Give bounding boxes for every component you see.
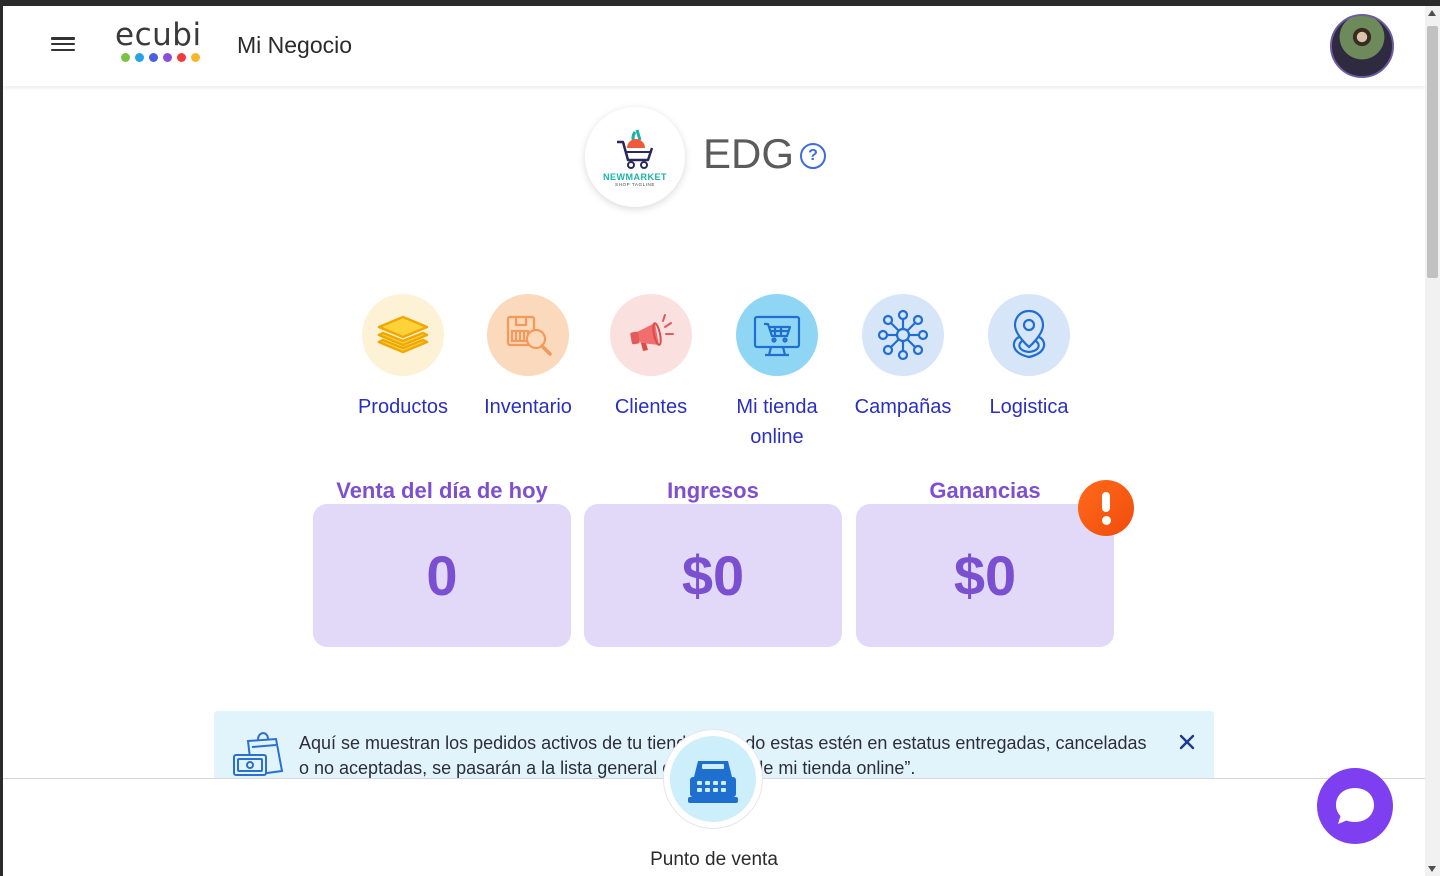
scroll-down-icon[interactable] bbox=[1428, 866, 1436, 872]
network-icon bbox=[877, 309, 929, 361]
business-logo[interactable]: NEWMARKET SHOP TAGLINE bbox=[585, 107, 685, 207]
inventory-search-icon bbox=[506, 315, 552, 356]
module-inventario[interactable]: Inventario bbox=[473, 294, 583, 422]
logo-dot bbox=[149, 53, 158, 62]
pos-label[interactable]: Punto de venta bbox=[603, 849, 825, 871]
stat-title-ingresos: Ingresos bbox=[667, 478, 759, 503]
module-circle bbox=[988, 294, 1070, 376]
logo-dot bbox=[121, 53, 130, 62]
cash-register-icon bbox=[688, 761, 738, 803]
money-bag-icon bbox=[233, 732, 284, 777]
module-label: Logistica bbox=[989, 396, 1069, 418]
logo-dots bbox=[121, 53, 217, 62]
scroll-up-icon[interactable] bbox=[1428, 10, 1436, 16]
logo-text: ecubi bbox=[115, 17, 202, 53]
module-campanas[interactable]: Campañas bbox=[848, 294, 958, 422]
point-of-sale-button[interactable] bbox=[664, 730, 762, 828]
ecubi-logo[interactable]: ecubi bbox=[115, 20, 217, 66]
top-app-bar: ecubi Mi Negocio bbox=[3, 6, 1425, 86]
pos-icon-circle bbox=[670, 736, 756, 822]
business-logo-tagline: SHOP TAGLINE bbox=[615, 181, 655, 187]
module-label: Productos bbox=[357, 396, 449, 418]
warning-icon[interactable] bbox=[1078, 480, 1134, 536]
module-clientes[interactable]: Clientes bbox=[596, 294, 706, 422]
logo-dot bbox=[163, 53, 172, 62]
chat-bubble-button[interactable] bbox=[1317, 768, 1393, 844]
help-icon[interactable]: ? bbox=[800, 143, 826, 169]
close-icon[interactable] bbox=[1176, 731, 1198, 753]
scrollbar-thumb[interactable] bbox=[1427, 26, 1438, 278]
user-avatar[interactable] bbox=[1330, 14, 1394, 78]
logo-dot bbox=[135, 53, 144, 62]
stat-card-venta-hoy[interactable]: 0 bbox=[313, 504, 571, 647]
page-title: Mi Negocio bbox=[237, 32, 353, 58]
module-circle bbox=[487, 294, 569, 376]
stat-title-venta-hoy: Venta del día de hoy bbox=[336, 478, 548, 503]
module-productos[interactable]: Productos bbox=[348, 294, 458, 422]
module-circle bbox=[736, 294, 818, 376]
chat-bubble-icon bbox=[1336, 788, 1374, 824]
module-mi-tienda-online[interactable]: Mi tienda online bbox=[722, 294, 832, 452]
layers-icon bbox=[377, 315, 429, 354]
module-label: Campañas bbox=[854, 396, 952, 418]
stat-title-ganancias: Ganancias bbox=[929, 478, 1041, 503]
logo-dot bbox=[191, 53, 200, 62]
module-label: Mi tienda online bbox=[736, 396, 818, 448]
module-circle bbox=[862, 294, 944, 376]
module-circle bbox=[610, 294, 692, 376]
hamburger-menu-icon[interactable] bbox=[49, 34, 77, 58]
stat-card-ganancias[interactable]: $0 bbox=[856, 504, 1114, 647]
online-store-icon bbox=[753, 315, 801, 357]
business-name: EDG bbox=[703, 130, 795, 177]
location-pin-icon bbox=[1012, 309, 1046, 359]
shopping-cart-icon bbox=[617, 129, 654, 169]
stat-card-ingresos[interactable]: $0 bbox=[584, 504, 842, 647]
module-logistica[interactable]: Logistica bbox=[974, 294, 1084, 422]
module-label: Inventario bbox=[484, 396, 572, 418]
module-circle bbox=[362, 294, 444, 376]
business-logo-name: NEWMARKET bbox=[603, 171, 667, 182]
megaphone-icon bbox=[630, 314, 674, 351]
logo-dot bbox=[177, 53, 186, 62]
vertical-scrollbar[interactable] bbox=[1425, 6, 1440, 876]
module-label: Clientes bbox=[614, 396, 688, 418]
app-window: ecubi Mi Negocio NEWMARKET SHOP TAGLINE … bbox=[3, 6, 1425, 876]
